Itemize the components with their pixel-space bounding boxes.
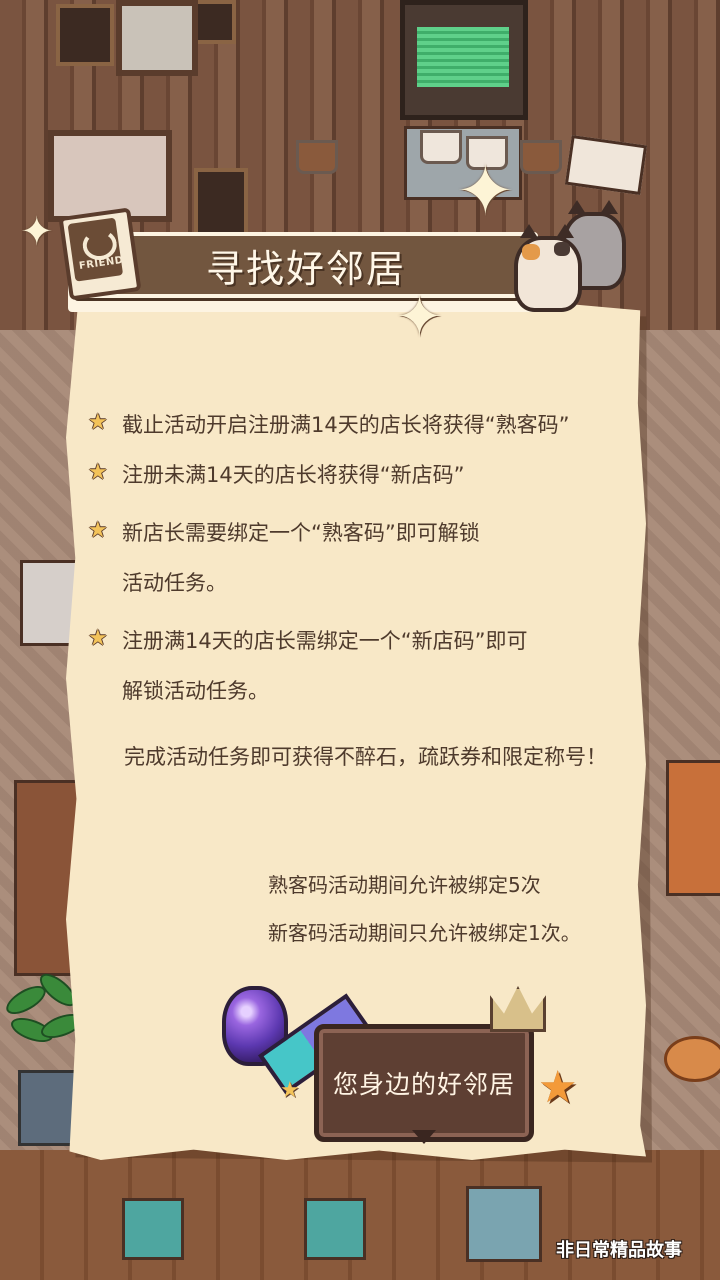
picture-frame	[56, 4, 114, 66]
badge-inner: FRIEND	[67, 217, 124, 282]
calico-cat-icon	[514, 224, 582, 312]
menu-board	[194, 168, 248, 236]
plant-pot	[18, 1070, 78, 1146]
sparkle-icon: ✦	[396, 285, 443, 350]
rule-text: 新店长需要绑定一个“熟客码”即可解锁 活动任务。	[122, 521, 480, 595]
page-title: 寻找好邻居	[205, 246, 406, 291]
bubble-tail	[412, 1130, 436, 1144]
star-icon: ★	[280, 1078, 300, 1103]
badge-label: FRIEND	[78, 254, 125, 272]
friend-badge-icon: FRIEND	[58, 207, 142, 301]
cat-patch	[522, 244, 540, 260]
cat-patch	[554, 242, 570, 256]
seat-cushion	[122, 1198, 184, 1260]
limit-text: 新客码活动期间只允许被绑定1次。	[268, 921, 581, 945]
monitor	[400, 0, 528, 120]
monitor-screen	[417, 27, 509, 87]
teapot	[520, 140, 562, 174]
lamp-shelf	[666, 760, 720, 896]
watermark-logo: 非日常精品故事	[556, 1240, 682, 1261]
window	[116, 0, 198, 76]
table	[466, 1186, 542, 1262]
paper-note	[564, 134, 648, 196]
rule-item: ★ 新店长需要绑定一个“熟客码”即可解锁 活动任务。	[88, 508, 612, 608]
teapot	[296, 140, 338, 174]
seat-cushion	[304, 1198, 366, 1260]
rule-text: 注册未满14天的店长将获得“新店码”	[122, 463, 465, 487]
rule-text: 注册满14天的店长需绑定一个“新店码”即可 解锁活动任务。	[122, 629, 528, 703]
speech-bubble: 您身边的好邻居	[314, 1024, 534, 1142]
rule-text: 截止活动开启注册满14天的店长将获得“熟客码”	[122, 413, 570, 437]
rule-item: ★ 截止活动开启注册满14天的店长将获得“熟客码”	[88, 400, 612, 450]
sparkle-icon: ✦	[456, 150, 515, 232]
star-icon: ★	[88, 460, 108, 485]
bubble-text: 您身边的好邻居	[332, 1070, 515, 1099]
cat-ear	[600, 200, 618, 214]
cat-ear	[520, 224, 538, 238]
stool	[664, 1036, 720, 1082]
rule-item: ★ 注册满14天的店长需绑定一个“新店码”即可 解锁活动任务。	[88, 616, 612, 716]
star-icon: ★	[88, 626, 108, 651]
cat-ear	[568, 200, 586, 214]
limit-text: 熟客码活动期间允许被绑定5次	[268, 873, 541, 897]
cat-ear	[556, 224, 574, 238]
reward-text: 完成活动任务即可获得不醉石，疏跃券和限定称号！	[124, 745, 607, 769]
star-icon: ★	[88, 410, 108, 435]
rule-item: ★ 注册未满14天的店长将获得“新店码”	[88, 450, 612, 500]
star-icon: ★	[88, 518, 108, 543]
sink	[48, 130, 172, 222]
sparkle-icon: ✦	[20, 209, 54, 255]
title-banner: 寻找好邻居	[74, 232, 538, 298]
orange-star-icon: ★	[538, 1062, 578, 1113]
